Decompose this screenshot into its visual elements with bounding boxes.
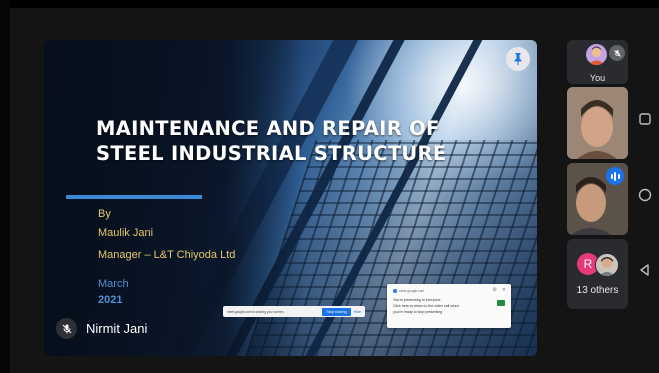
close-icon[interactable]: ✕ (502, 287, 506, 293)
others-tile[interactable]: R 13 others (567, 239, 628, 309)
pin-icon[interactable] (506, 47, 530, 71)
home-button[interactable] (636, 186, 654, 204)
screen-edge (0, 0, 10, 373)
chrome-icon (393, 289, 397, 293)
notification-source: meet.google.com (399, 289, 425, 293)
google-meet-icon (497, 300, 505, 306)
notification-header: meet.google.com (393, 289, 424, 293)
slide-author-role: Manager – L&T Chiyoda Ltd (98, 249, 236, 261)
participant-video-tile[interactable] (567, 163, 628, 235)
slide-title-line-2: STEEL INDUSTRIAL STRUCTURE (96, 142, 447, 165)
slide-by-label: By (98, 208, 111, 220)
speaking-indicator-icon (606, 167, 624, 185)
slide-month: March (98, 278, 129, 290)
participant-face (567, 87, 628, 159)
notification-line-3: you're ready to stop presenting (393, 310, 443, 314)
mic-off-icon (56, 318, 77, 339)
hide-share-bar-button[interactable]: Hide (354, 310, 365, 314)
slide-title: MAINTENANCE AND REPAIR OF STEEL INDUSTRI… (96, 116, 516, 166)
mic-off-icon (609, 45, 625, 61)
notification-line-1: You're presenting to everyone (393, 298, 441, 302)
presenter-name: Nirmit Jani (86, 321, 148, 336)
participant-video-tile[interactable] (567, 87, 628, 159)
self-tile[interactable]: You (567, 40, 628, 84)
avatar (586, 44, 607, 65)
share-bar-message: meet.google.com is sharing your screen. (227, 309, 285, 314)
slide-year: 2021 (98, 294, 123, 306)
status-bar-area (0, 0, 659, 8)
presenting-notification[interactable]: meet.google.com ⚙ ✕ You're presenting to… (387, 284, 511, 328)
self-label: You (589, 73, 606, 83)
slide-title-line-1: MAINTENANCE AND REPAIR OF (96, 117, 440, 140)
slide-author: Maulik Jani (98, 227, 154, 239)
slide-accent-bar (66, 195, 202, 199)
presentation-tile[interactable]: MAINTENANCE AND REPAIR OF STEEL INDUSTRI… (44, 40, 537, 356)
back-button[interactable] (636, 261, 654, 279)
avatar (595, 253, 619, 277)
others-count: 13 others (576, 285, 619, 296)
stop-sharing-button[interactable]: Stop sharing (322, 307, 351, 316)
gear-icon[interactable]: ⚙ (493, 287, 497, 293)
recent-apps-button[interactable] (636, 110, 654, 128)
screen-share-bar: meet.google.com is sharing your screen. … (223, 306, 365, 317)
notification-line-2: Click here to return to the video call w… (393, 304, 459, 308)
